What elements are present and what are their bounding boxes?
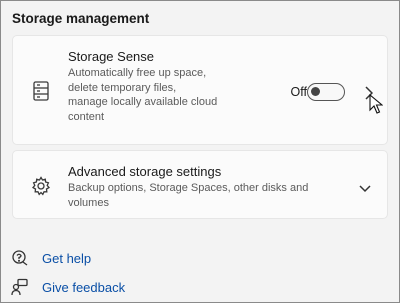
feedback-person-icon [11, 278, 29, 296]
storage-sense-toggle-label: Off [290, 85, 307, 99]
storage-sense-toggle[interactable] [307, 83, 345, 101]
storage-drive-icon [31, 81, 51, 101]
mouse-cursor-icon [369, 93, 384, 114]
get-help-label[interactable]: Get help [42, 251, 91, 266]
gear-icon [31, 176, 51, 196]
give-feedback-label[interactable]: Give feedback [42, 280, 125, 295]
advanced-storage-description: Backup options, Storage Spaces, other di… [68, 182, 309, 209]
give-feedback-link[interactable]: Give feedback [11, 278, 125, 296]
section-title: Storage management [12, 11, 150, 26]
get-help-link[interactable]: Get help [11, 249, 91, 267]
storage-sense-description: Automatically free up space, delete temp… [68, 67, 218, 123]
storage-sense-card[interactable]: Storage Sense Automatically free up spac… [12, 35, 388, 145]
chevron-down-icon[interactable] [359, 180, 371, 193]
advanced-storage-text: Advanced storage settings Backup options… [68, 164, 328, 210]
storage-sense-title: Storage Sense [68, 49, 155, 64]
help-headset-icon [11, 249, 29, 267]
advanced-storage-title: Advanced storage settings [68, 164, 222, 179]
toggle-knob [311, 87, 320, 96]
storage-sense-text: Storage Sense Automatically free up spac… [68, 49, 218, 124]
advanced-storage-card[interactable]: Advanced storage settings Backup options… [12, 150, 388, 219]
